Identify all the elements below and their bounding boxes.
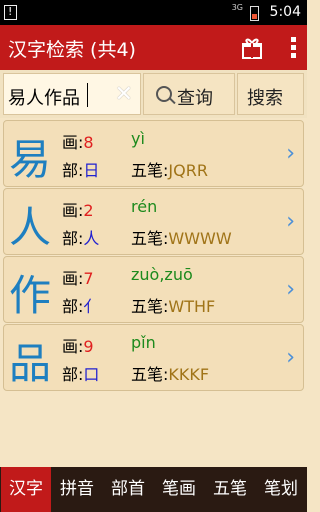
result-character: 人 — [9, 203, 52, 252]
notification-icon — [4, 5, 17, 20]
radical: 部:人 — [62, 229, 100, 248]
result-character: 品 — [9, 339, 52, 388]
tab-wubi[interactable]: 五笔 — [205, 467, 255, 512]
radical: 部:亻 — [62, 297, 100, 316]
search-button[interactable]: 搜索 — [237, 73, 304, 115]
pinyin: zuò,zuō — [131, 265, 193, 284]
wubi-code: 五笔:WTHF — [131, 297, 216, 316]
bottom-tab-bar: 汉字 拼音 部首 笔画 五笔 笔划 — [0, 467, 307, 512]
chevron-right-icon: › — [286, 209, 295, 234]
battery-icon — [250, 6, 259, 21]
search-button-label: 搜索 — [247, 88, 283, 109]
result-card[interactable]: 人 画:2 部:人 rén 五笔:WWWW › — [3, 188, 304, 255]
wubi-code: 五笔:JQRR — [131, 161, 208, 180]
stroke-count: 画:8 — [62, 133, 94, 152]
search-input[interactable]: 易人作品 ✕ — [3, 73, 141, 115]
overflow-menu-icon[interactable] — [291, 37, 297, 59]
clock: 5:04 — [269, 4, 301, 20]
pinyin: yì — [131, 129, 145, 148]
network-type: 3G — [231, 3, 243, 12]
result-card[interactable]: 作 画:7 部:亻 zuò,zuō 五笔:WTHF › — [3, 256, 304, 323]
tab-stroke-order[interactable]: 笔划 — [256, 467, 306, 512]
chevron-right-icon: › — [286, 141, 295, 166]
search-input-value: 易人作品 — [8, 88, 80, 109]
query-button-label: 查询 — [177, 88, 213, 109]
tab-strokes[interactable]: 笔画 — [154, 467, 204, 512]
result-character: 易 — [9, 135, 52, 184]
search-icon — [156, 86, 172, 102]
app-bar: 汉字检索 (共4) — [0, 25, 307, 70]
wubi-code: 五笔:WWWW — [131, 229, 232, 248]
result-card[interactable]: 品 画:9 部:口 pǐn 五笔:KKKF › — [3, 324, 304, 391]
pinyin: rén — [131, 197, 158, 216]
stroke-count: 画:9 — [62, 337, 94, 356]
gift-icon[interactable] — [241, 37, 263, 59]
result-character: 作 — [9, 271, 52, 320]
search-bar: 易人作品 ✕ 查询 搜索 — [0, 70, 307, 118]
radical: 部:日 — [62, 161, 100, 180]
status-bar: 3G 5:04 — [0, 0, 307, 25]
query-button[interactable]: 查询 — [143, 73, 235, 115]
tab-radical[interactable]: 部首 — [103, 467, 153, 512]
app-title: 汉字检索 (共4) — [8, 39, 136, 61]
stroke-count: 画:7 — [62, 269, 94, 288]
text-caret — [87, 83, 88, 107]
chevron-right-icon: › — [286, 345, 295, 370]
radical: 部:口 — [62, 365, 100, 384]
chevron-right-icon: › — [286, 277, 295, 302]
stroke-count: 画:2 — [62, 201, 94, 220]
result-card[interactable]: 易 画:8 部:日 yì 五笔:JQRR › — [3, 120, 304, 187]
tab-pinyin[interactable]: 拼音 — [52, 467, 102, 512]
wubi-code: 五笔:KKKF — [131, 365, 210, 384]
tab-hanzi[interactable]: 汉字 — [1, 467, 51, 512]
pinyin: pǐn — [131, 333, 156, 352]
clear-icon[interactable]: ✕ — [115, 82, 133, 107]
